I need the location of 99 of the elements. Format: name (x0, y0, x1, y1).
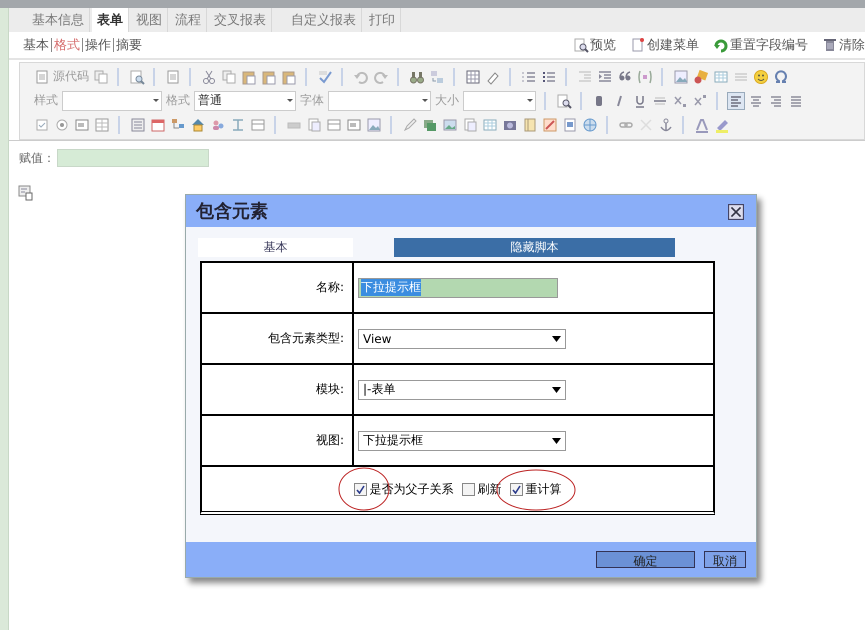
textfield-icon[interactable] (74, 116, 90, 132)
clipboard-icon[interactable] (281, 68, 297, 84)
page-magnifier-icon[interactable] (556, 92, 572, 108)
dropdown-caret-icon (552, 336, 561, 342)
tab[interactable]: 隐藏脚本 (394, 238, 675, 257)
outdent-icon[interactable] (577, 68, 593, 84)
checkbox[interactable] (354, 482, 366, 496)
copy-icon[interactable] (221, 68, 237, 84)
cancel-button[interactable]: 取消 (704, 551, 746, 568)
replace-icon[interactable] (429, 68, 445, 84)
toolbar-label: 字体 (300, 92, 324, 109)
anchor-icon[interactable] (658, 116, 674, 132)
tab[interactable]: 打印 (364, 8, 401, 32)
pencil-icon[interactable] (402, 116, 418, 132)
field-label: 名称: (202, 263, 354, 312)
dropdown-caret-icon (527, 99, 533, 102)
tab[interactable]: 基本信息 (27, 8, 90, 32)
clipboard-icon[interactable] (261, 68, 277, 84)
element-icon[interactable] (18, 185, 34, 201)
select-dropdown[interactable]: View (358, 328, 566, 348)
dropdown-caret-icon (153, 99, 159, 102)
tab[interactable]: 流程 (170, 8, 207, 32)
refresh-icon (713, 37, 729, 53)
dropdown-caret-icon (422, 99, 428, 102)
font-dropdown[interactable] (328, 90, 431, 110)
block-icon[interactable] (637, 68, 653, 84)
tab[interactable]: 自定义报表 (286, 8, 362, 32)
dropdown-caret-icon (287, 99, 293, 102)
style-dropdown[interactable] (62, 90, 162, 110)
page-magnifier-icon (573, 37, 589, 53)
field-label: 包含元素类型: (202, 314, 354, 363)
checkbox[interactable] (510, 482, 522, 496)
notebook-icon[interactable] (522, 116, 538, 132)
subtab[interactable]: 摘要 (114, 36, 144, 54)
calendar-icon[interactable] (150, 116, 166, 132)
radio-icon[interactable] (54, 116, 70, 132)
table-icon[interactable] (713, 68, 729, 84)
dropdown-caret-icon (552, 438, 561, 444)
image-icon[interactable] (366, 116, 382, 132)
field-label: 视图: (202, 416, 354, 465)
omega-icon[interactable] (773, 68, 789, 84)
action-link[interactable]: 创建菜单 (647, 36, 699, 54)
clipboard-icon[interactable] (241, 68, 257, 84)
tab[interactable]: 基本 (198, 238, 353, 257)
tab[interactable]: 交叉报表 (209, 8, 272, 32)
ok-button[interactable]: 确定 (596, 551, 695, 568)
magnifier-icon[interactable] (129, 68, 145, 84)
align-left-icon[interactable] (728, 92, 744, 108)
indent-icon[interactable] (597, 68, 613, 84)
image-icon[interactable] (673, 68, 689, 84)
copy-icon[interactable] (93, 68, 109, 84)
action-link[interactable]: 预览 (590, 36, 616, 54)
flash-icon[interactable] (693, 68, 709, 84)
toolbar-label: 大小 (435, 92, 459, 109)
document-icon (34, 68, 50, 84)
checkbox-icon[interactable] (34, 116, 50, 132)
globe-icon[interactable] (582, 116, 598, 132)
subtab[interactable]: 基本 (21, 36, 51, 54)
new-page-icon (630, 37, 646, 53)
photo-icon[interactable] (442, 116, 458, 132)
subtab[interactable]: 操作 (83, 36, 113, 54)
input-field[interactable] (57, 149, 209, 167)
map-icon[interactable] (542, 116, 558, 132)
grid-icon[interactable] (465, 68, 481, 84)
action-link[interactable]: 清除 (839, 36, 865, 54)
table-icon[interactable] (482, 116, 498, 132)
toolbar-label: 样式 (34, 92, 58, 109)
field-label: 模块: (202, 365, 354, 414)
tab[interactable]: 视图 (131, 8, 168, 32)
textfield-icon[interactable] (346, 116, 362, 132)
scissors-icon[interactable] (201, 68, 217, 84)
form-icon[interactable] (130, 116, 146, 132)
house-icon[interactable] (190, 116, 206, 132)
checkbox[interactable] (462, 482, 474, 496)
checkbox-label: 重计算 (526, 480, 562, 498)
panel-icon[interactable] (250, 116, 266, 132)
select-dropdown[interactable]: |-表单 (358, 380, 566, 400)
superscript-icon[interactable] (692, 92, 708, 108)
toolbar-label: 格式 (166, 92, 190, 109)
dropdown-caret-icon (552, 386, 561, 392)
dialog-title: 包含元素 (196, 200, 268, 223)
action-link[interactable]: 重置字段编号 (730, 36, 808, 54)
size-dropdown[interactable] (463, 90, 536, 110)
grid-field-icon[interactable] (94, 116, 110, 132)
smiley-icon[interactable] (753, 68, 769, 84)
tab[interactable]: 表单 (92, 8, 129, 32)
trash-icon (822, 37, 838, 53)
move-icon[interactable] (230, 116, 246, 132)
text-color-icon[interactable] (694, 116, 710, 132)
pages-icon[interactable] (462, 116, 478, 132)
format-dropdown[interactable]: 普通 (194, 90, 296, 110)
select-dropdown[interactable]: 下拉提示框 (358, 430, 566, 450)
document-icon[interactable] (165, 68, 181, 84)
field-label: 赋值： (19, 150, 55, 166)
word-doc-icon[interactable] (562, 116, 578, 132)
pages-icon[interactable] (306, 116, 322, 132)
close-button[interactable] (728, 204, 742, 218)
spellcheck-icon[interactable] (317, 68, 333, 84)
panel-icon[interactable] (326, 116, 342, 132)
